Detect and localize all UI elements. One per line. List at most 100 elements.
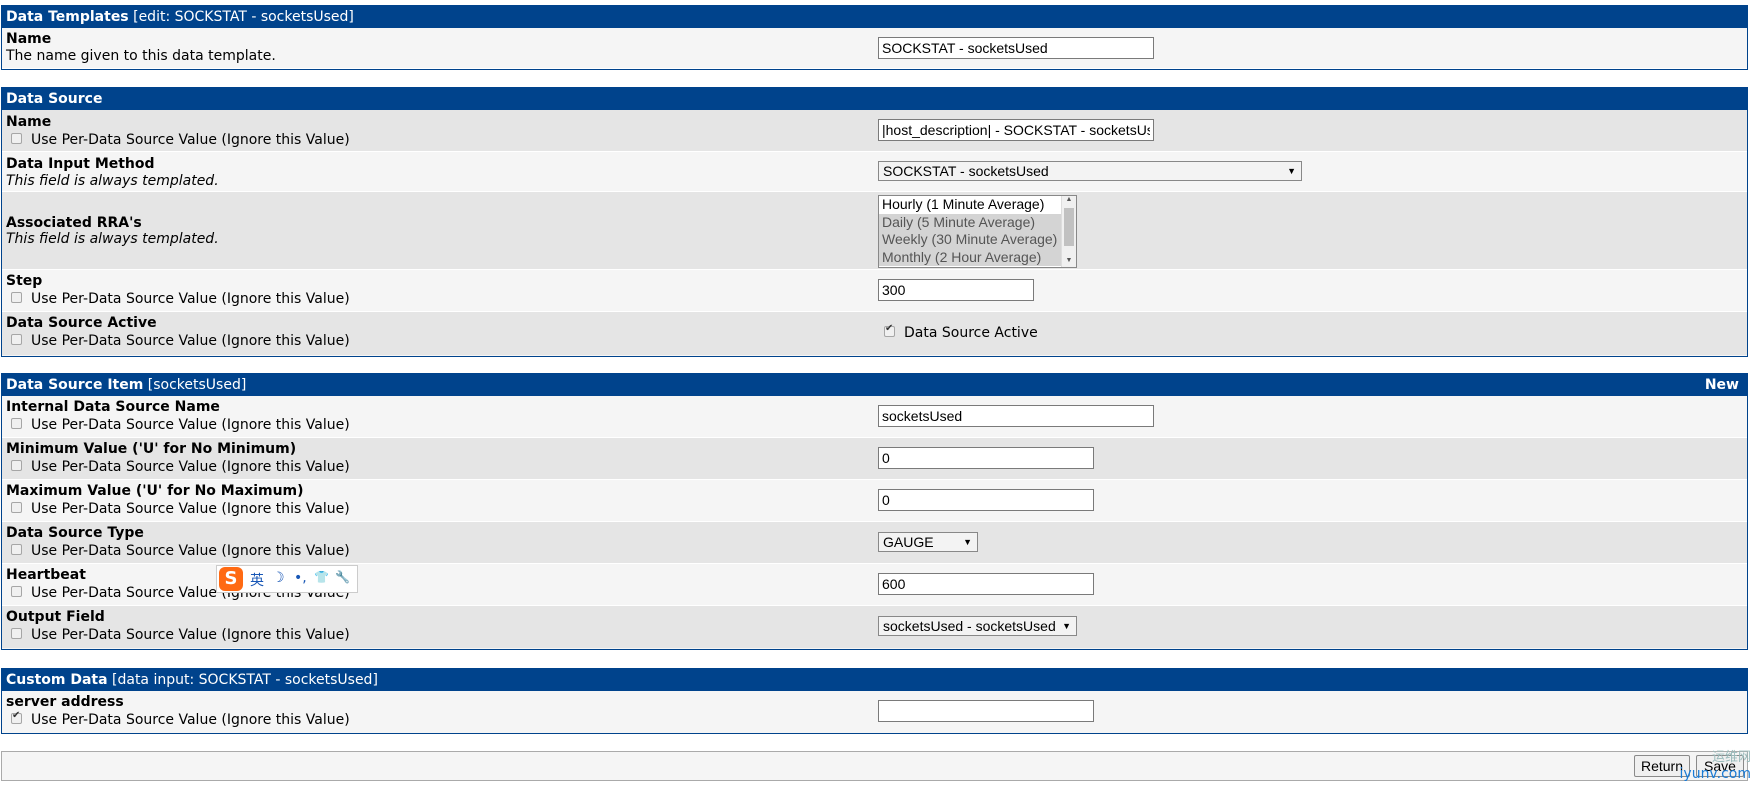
per-ds-label: Use Per-Data Source Value (Ignore this V… bbox=[31, 459, 350, 475]
per-ds-checkbox[interactable] bbox=[11, 133, 22, 144]
panel-header: Data Templates [edit: SOCKSTAT - sockets… bbox=[2, 6, 1747, 28]
scroll-thumb[interactable] bbox=[1064, 208, 1074, 246]
associated-rras-row: Associated RRA's This field is always te… bbox=[2, 192, 1747, 270]
panel-subtitle: [socketsUsed] bbox=[143, 377, 247, 393]
scroll-up-icon[interactable]: ▲ bbox=[1062, 196, 1076, 206]
action-bar: Return Save bbox=[1, 751, 1748, 781]
panel-subtitle: [data input: SOCKSTAT - socketsUsed] bbox=[107, 672, 378, 688]
per-ds-label: Use Per-Data Source Value (Ignore this V… bbox=[31, 543, 350, 559]
per-ds-checkbox[interactable] bbox=[11, 418, 22, 429]
field-title: Minimum Value ('U' for No Minimum) bbox=[6, 441, 297, 457]
scroll-down-icon[interactable]: ▼ bbox=[1062, 257, 1076, 267]
rra-option[interactable]: Weekly (30 Minute Average) bbox=[879, 231, 1076, 249]
per-ds-checkbox[interactable] bbox=[11, 292, 22, 303]
server-address-input[interactable] bbox=[878, 700, 1094, 722]
heartbeat-input[interactable] bbox=[878, 573, 1094, 595]
panel-title: Data Templates bbox=[6, 9, 129, 25]
data-template-panel: Data Templates [edit: SOCKSTAT - sockets… bbox=[1, 5, 1748, 70]
select-value: socketsUsed - socketsUsed bbox=[883, 618, 1056, 634]
ds-active-checkbox[interactable] bbox=[884, 323, 895, 337]
dropdown-arrow-icon: ▼ bbox=[1287, 166, 1296, 176]
field-title: Maximum Value ('U' for No Maximum) bbox=[6, 483, 304, 499]
per-ds-label: Use Per-Data Source Value (Ignore this V… bbox=[31, 712, 350, 728]
ds-type-row: Data Source Type Use Per-Data Source Val… bbox=[2, 522, 1747, 564]
select-value: SOCKSTAT - socketsUsed bbox=[883, 163, 1049, 179]
dropdown-arrow-icon: ▼ bbox=[963, 537, 972, 547]
watermark-cn: 运维网 bbox=[1711, 750, 1751, 765]
panel-title: Custom Data bbox=[6, 672, 108, 688]
field-title: Associated RRA's bbox=[6, 215, 142, 231]
watermark-url: iyunv.com bbox=[1679, 766, 1751, 782]
panel-header: Custom Data [data input: SOCKSTAT - sock… bbox=[2, 669, 1747, 691]
ds-active-row: Data Source Active Use Per-Data Source V… bbox=[2, 312, 1747, 355]
panel-subtitle: [edit: SOCKSTAT - socketsUsed] bbox=[128, 9, 354, 25]
data-source-panel: Data Source Name Use Per-Data Source Val… bbox=[1, 87, 1748, 357]
per-ds-checkbox[interactable] bbox=[11, 628, 22, 639]
field-title: Data Source Active bbox=[6, 315, 157, 331]
rra-option[interactable]: Monthly (2 Hour Average) bbox=[879, 248, 1076, 266]
ime-language-icon[interactable]: 英 bbox=[250, 570, 264, 590]
minimum-value-input[interactable] bbox=[878, 447, 1094, 469]
per-ds-label: Use Per-Data Source Value (Ignore this V… bbox=[31, 501, 350, 517]
template-name-input[interactable] bbox=[878, 37, 1154, 59]
field-note: This field is always templated. bbox=[6, 231, 219, 247]
data-input-method-select[interactable]: SOCKSTAT - socketsUsed ▼ bbox=[878, 161, 1302, 181]
per-ds-checkbox[interactable] bbox=[11, 710, 22, 724]
minimum-value-row: Minimum Value ('U' for No Minimum) Use P… bbox=[2, 438, 1747, 480]
panel-title: Data Source Item bbox=[6, 377, 144, 393]
internal-name-row: Internal Data Source Name Use Per-Data S… bbox=[2, 396, 1747, 438]
field-title: Step bbox=[6, 273, 43, 289]
per-ds-checkbox[interactable] bbox=[11, 460, 22, 471]
per-ds-checkbox[interactable] bbox=[11, 334, 22, 345]
field-title: Name bbox=[6, 31, 52, 47]
custom-data-panel: Custom Data [data input: SOCKSTAT - sock… bbox=[1, 668, 1748, 734]
list-scrollbar[interactable]: ▲ ▼ bbox=[1061, 196, 1076, 267]
data-input-method-row: Data Input Method This field is always t… bbox=[2, 152, 1747, 192]
panel-header: Data Source Item [socketsUsed] New bbox=[2, 374, 1747, 396]
new-indicator: New bbox=[1704, 377, 1739, 393]
shirt-icon[interactable]: 👕 bbox=[314, 570, 329, 584]
maximum-value-row: Maximum Value ('U' for No Maximum) Use P… bbox=[2, 480, 1747, 522]
data-source-item-panel: Data Source Item [socketsUsed] New Inter… bbox=[1, 373, 1748, 650]
rra-multiselect[interactable]: Hourly (1 Minute Average) Daily (5 Minut… bbox=[878, 195, 1077, 268]
per-ds-checkbox[interactable] bbox=[11, 502, 22, 513]
ime-logo-icon[interactable]: S bbox=[219, 567, 243, 591]
per-ds-checkbox[interactable] bbox=[11, 544, 22, 555]
maximum-value-input[interactable] bbox=[878, 489, 1094, 511]
step-row: Step Use Per-Data Source Value (Ignore t… bbox=[2, 270, 1747, 312]
ds-name-input[interactable] bbox=[878, 119, 1154, 141]
per-ds-label: Use Per-Data Source Value (Ignore this V… bbox=[31, 291, 350, 307]
wrench-icon[interactable]: 🔧 bbox=[335, 570, 350, 584]
ime-toolbar[interactable]: S 英 ☽ •, 👕 🔧 bbox=[216, 565, 358, 593]
field-note: This field is always templated. bbox=[6, 173, 219, 189]
field-title: Internal Data Source Name bbox=[6, 399, 220, 415]
watermark: 运维网 iyunv.com bbox=[1651, 746, 1751, 786]
ds-active-label: Data Source Active bbox=[904, 325, 1038, 341]
moon-icon[interactable]: ☽ bbox=[272, 570, 285, 586]
select-value: GAUGE bbox=[883, 534, 934, 550]
ds-type-select[interactable]: GAUGE ▼ bbox=[878, 532, 978, 552]
per-ds-label: Use Per-Data Source Value (Ignore this V… bbox=[31, 627, 350, 643]
internal-name-input[interactable] bbox=[878, 405, 1154, 427]
output-field-row: Output Field Use Per-Data Source Value (… bbox=[2, 606, 1747, 648]
punctuation-icon[interactable]: •, bbox=[294, 570, 307, 586]
field-title: Name bbox=[6, 114, 52, 130]
field-title: Heartbeat bbox=[6, 567, 86, 583]
step-input[interactable] bbox=[878, 279, 1034, 301]
panel-title: Data Source bbox=[6, 91, 103, 107]
panel-header: Data Source bbox=[2, 88, 1747, 110]
per-ds-label: Use Per-Data Source Value (Ignore this V… bbox=[31, 333, 350, 349]
per-ds-checkbox[interactable] bbox=[11, 586, 22, 597]
output-field-select[interactable]: socketsUsed - socketsUsed ▼ bbox=[878, 616, 1077, 636]
ds-name-row: Name Use Per-Data Source Value (Ignore t… bbox=[2, 110, 1747, 152]
rra-option[interactable]: Daily (5 Minute Average) bbox=[879, 213, 1076, 231]
server-address-row: server address Use Per-Data Source Value… bbox=[2, 691, 1747, 733]
field-title: Data Input Method bbox=[6, 156, 155, 172]
rra-option[interactable]: Hourly (1 Minute Average) bbox=[879, 196, 1076, 214]
dropdown-arrow-icon: ▼ bbox=[1062, 621, 1071, 631]
per-ds-label: Use Per-Data Source Value (Ignore this V… bbox=[31, 417, 350, 433]
field-title: Data Source Type bbox=[6, 525, 144, 541]
template-name-row: Name The name given to this data templat… bbox=[2, 28, 1747, 69]
per-ds-label: Use Per-Data Source Value (Ignore this V… bbox=[31, 132, 350, 148]
field-description: The name given to this data template. bbox=[6, 48, 276, 64]
